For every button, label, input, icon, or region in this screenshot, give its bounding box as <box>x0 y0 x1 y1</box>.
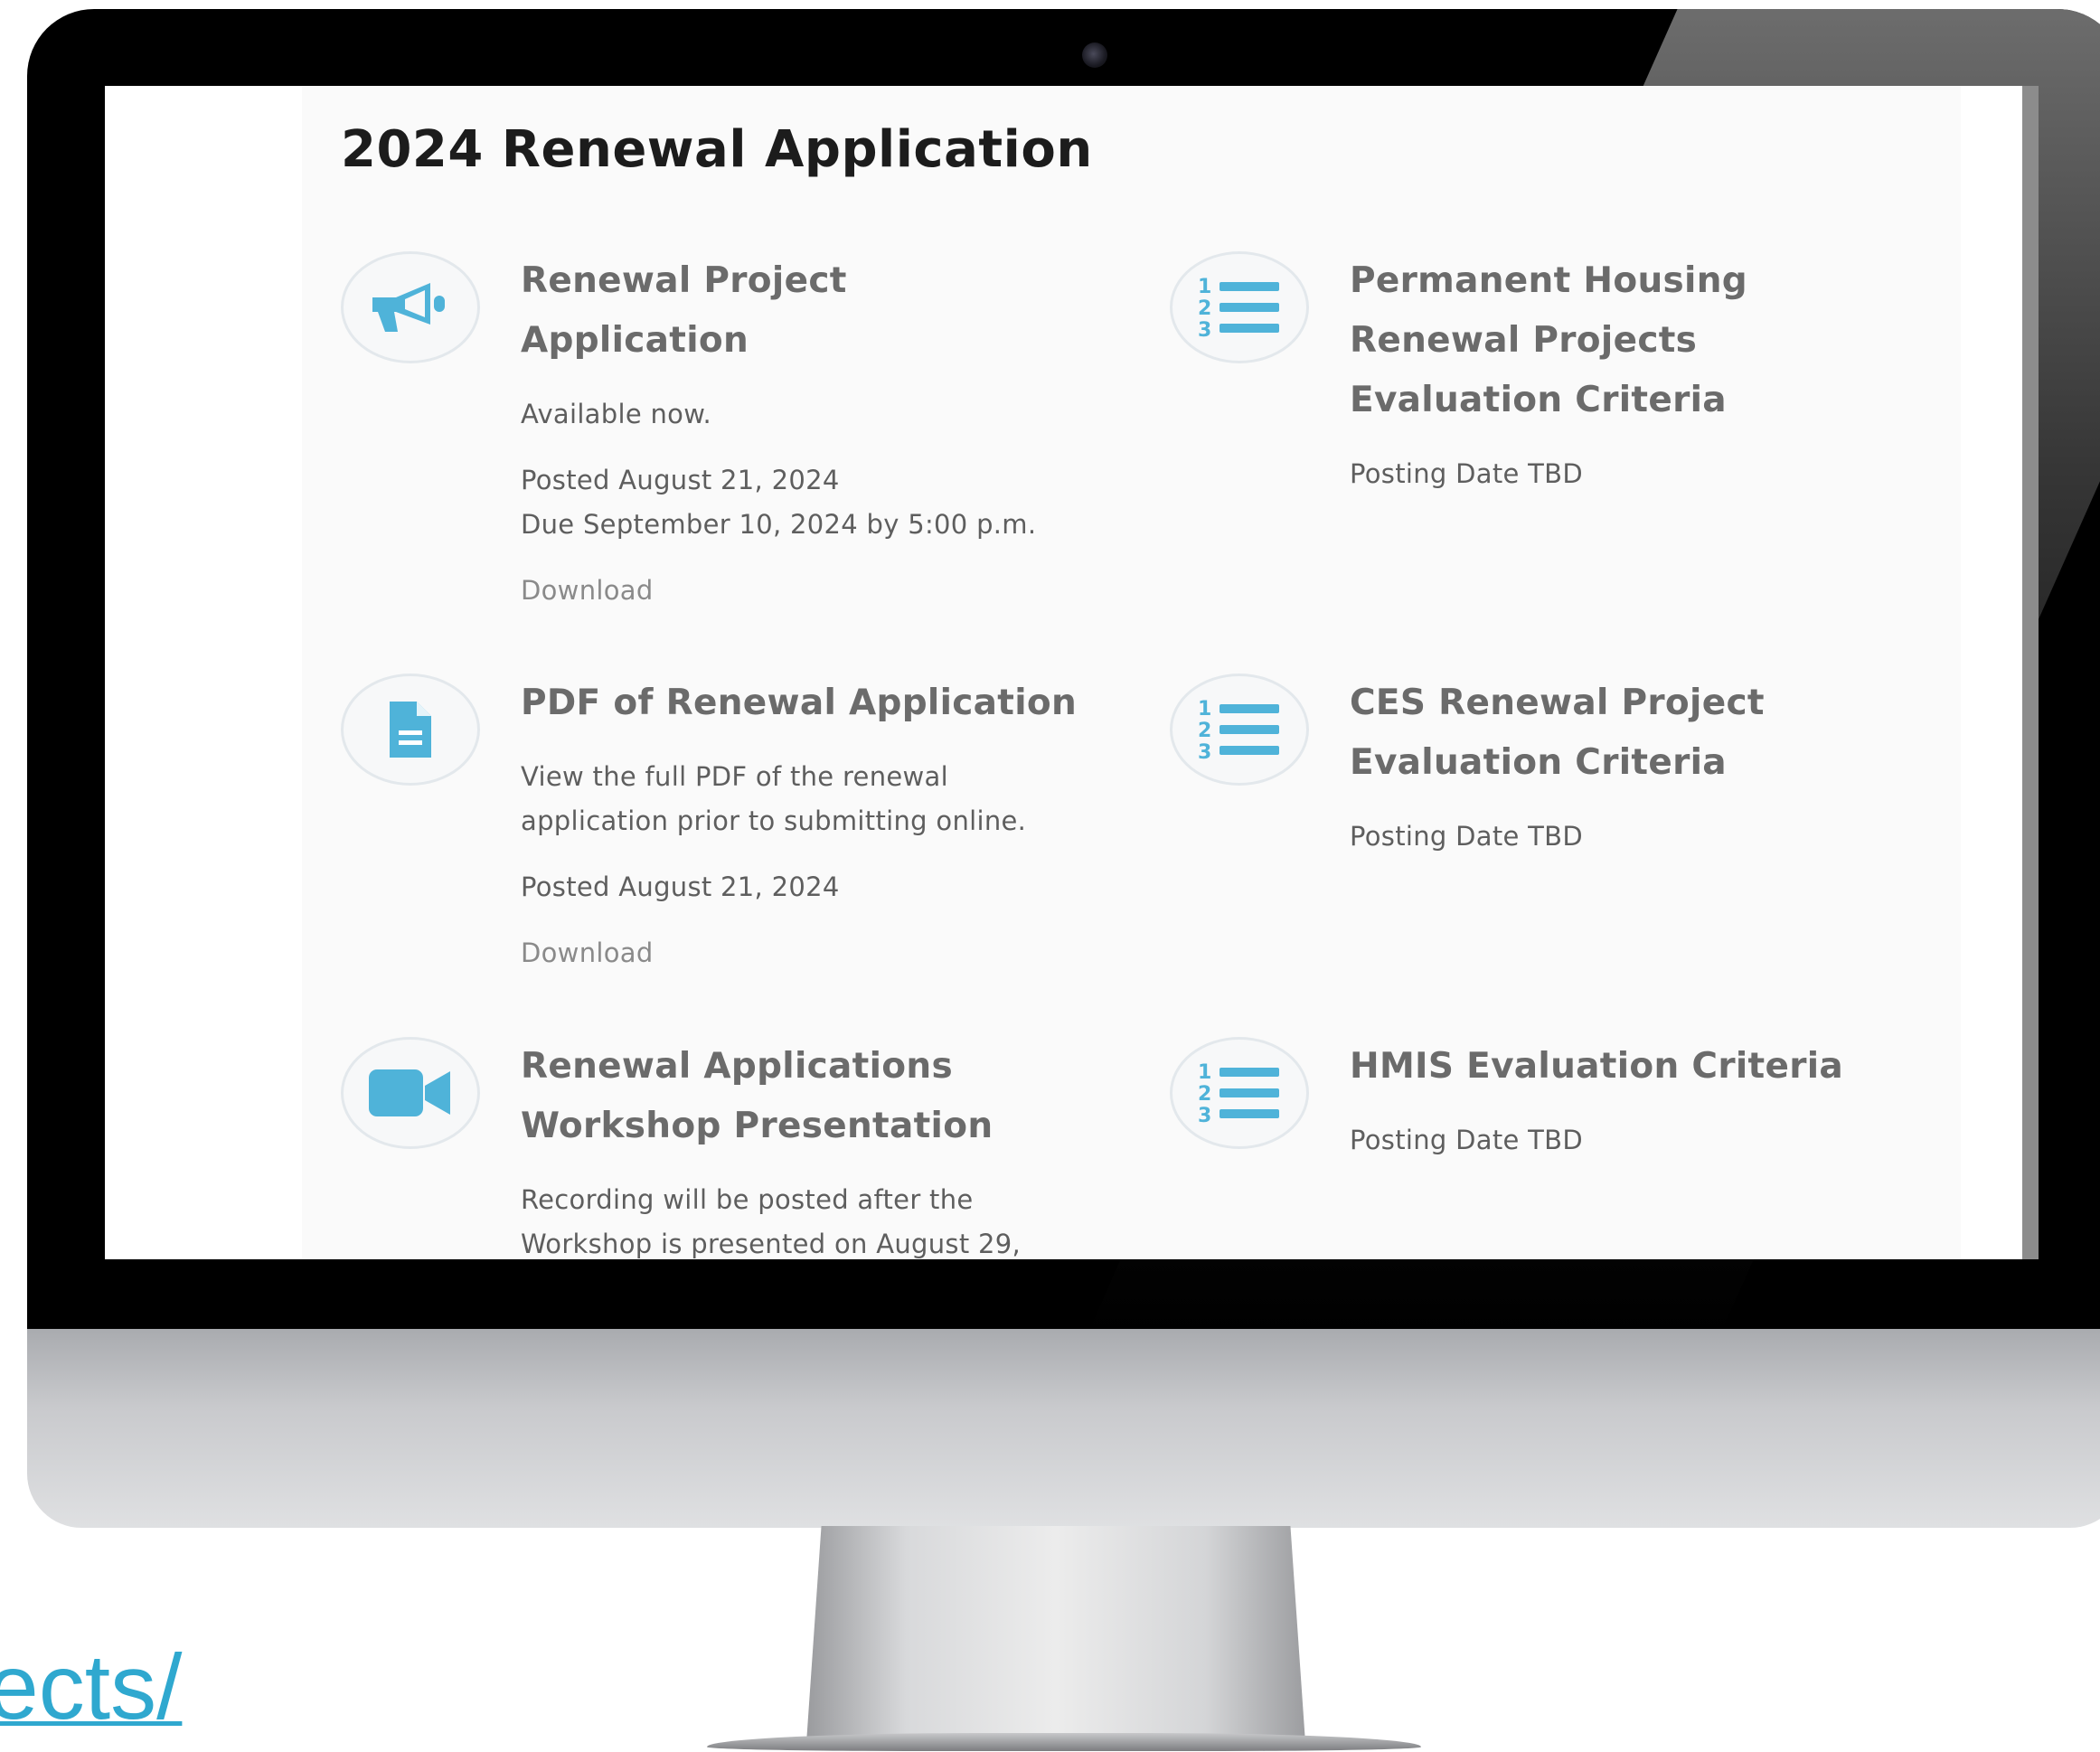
svg-text:2: 2 <box>1198 720 1211 742</box>
page-title: 2024 Renewal Application <box>341 120 1093 179</box>
posting-date: Posting Date TBD <box>1350 1125 1584 1155</box>
svg-text:3: 3 <box>1198 741 1211 764</box>
download-link[interactable]: Download <box>521 575 654 606</box>
monitor-chin <box>27 1329 2100 1528</box>
numbered-list-icon: 1 2 3 <box>1198 1061 1279 1127</box>
svg-text:2: 2 <box>1198 1083 1211 1106</box>
svg-text:1: 1 <box>1198 1061 1211 1084</box>
document-icon-circle <box>341 673 480 786</box>
description-line: Workshop is presented on August 29, <box>521 1229 1022 1259</box>
item-title-line: CES Renewal Project <box>1350 683 1765 723</box>
item-title-line: Renewal Projects <box>1350 320 1698 361</box>
megaphone-icon-circle <box>341 251 480 363</box>
item-title-line: Renewal Project <box>521 260 847 301</box>
svg-text:1: 1 <box>1198 698 1211 721</box>
description-line: application prior to submitting online. <box>521 805 1027 836</box>
video-camera-icon <box>369 1069 450 1116</box>
svg-text:2: 2 <box>1198 297 1211 320</box>
item-title-line: PDF of Renewal Application <box>521 683 1078 723</box>
numbered-list-icon: 1 2 3 <box>1198 698 1279 764</box>
numbered-list-icon: 1 2 3 <box>1198 276 1279 342</box>
webcam <box>1082 42 1107 68</box>
posting-date: Posting Date TBD <box>1350 821 1584 852</box>
screen: 2024 Renewal Application Renewal Project… <box>105 86 2022 1259</box>
item-title-line: Renewal Applications <box>521 1046 953 1087</box>
megaphone-icon <box>372 283 445 332</box>
monitor-stand-base <box>707 1733 1421 1751</box>
svg-text:3: 3 <box>1198 319 1211 342</box>
item-title-line: Application <box>521 320 749 361</box>
item-title-line: Evaluation Criteria <box>1350 380 1727 420</box>
availability-text: Available now. <box>521 399 712 429</box>
download-link[interactable]: Download <box>521 937 654 968</box>
item-title-line: Workshop Presentation <box>521 1106 993 1146</box>
item-title-line: HMIS Evaluation Criteria <box>1350 1046 1844 1087</box>
posted-date: Posted August 21, 2024 <box>521 871 840 902</box>
page-right-margin <box>1961 86 2022 1259</box>
numbered-list-icon-circle: 1 2 3 <box>1170 251 1309 363</box>
item-title-line: Permanent Housing <box>1350 260 1747 301</box>
monitor-stand <box>806 1526 1305 1743</box>
svg-text:1: 1 <box>1198 276 1211 298</box>
video-camera-icon-circle <box>341 1037 480 1149</box>
page-left-margin <box>105 86 302 1259</box>
numbered-list-icon-circle: 1 2 3 <box>1170 1037 1309 1149</box>
url-link-fragment[interactable]: ects/ <box>0 1641 182 1733</box>
document-icon <box>390 702 431 758</box>
posting-date: Posting Date TBD <box>1350 458 1584 489</box>
description-line: Recording will be posted after the <box>521 1184 974 1215</box>
posted-date: Posted August 21, 2024 <box>521 465 840 495</box>
due-date: Due September 10, 2024 by 5:00 p.m. <box>521 509 1037 540</box>
svg-text:3: 3 <box>1198 1105 1211 1127</box>
numbered-list-icon-circle: 1 2 3 <box>1170 673 1309 786</box>
screen-edge <box>2022 86 2039 1259</box>
item-title-line: Evaluation Criteria <box>1350 742 1727 783</box>
description-line: View the full PDF of the renewal <box>521 761 948 792</box>
